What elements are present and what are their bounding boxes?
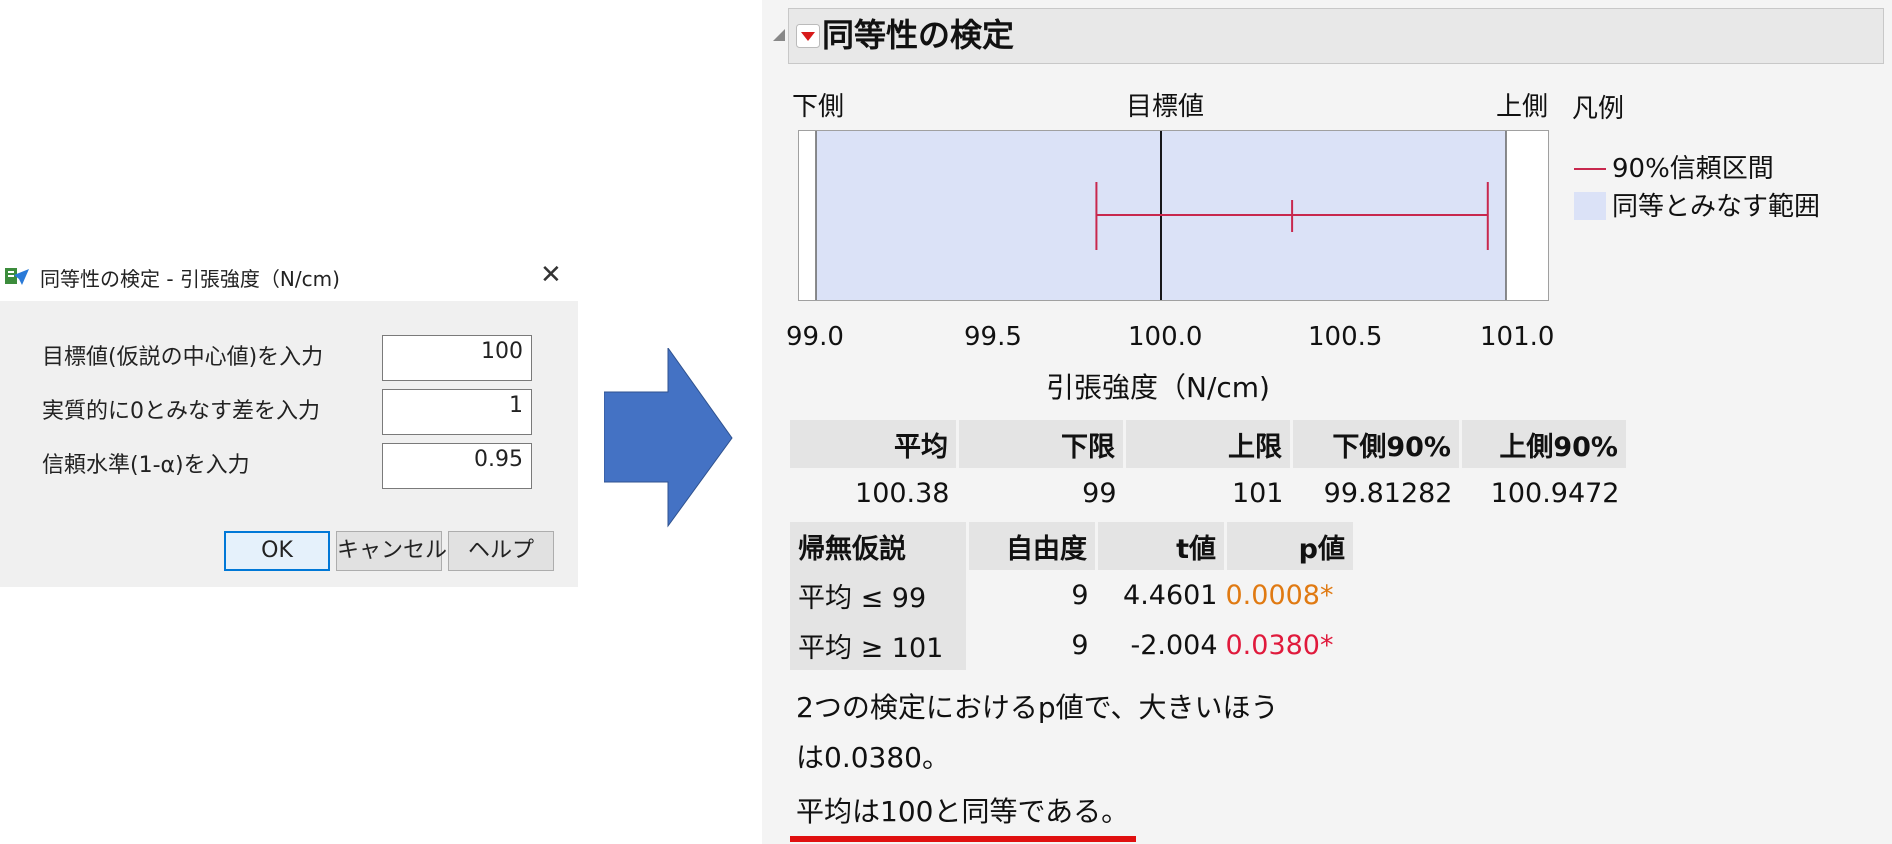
ok-button[interactable]: OK bbox=[224, 531, 330, 571]
p-value-cell: 0.0008* bbox=[1225, 579, 1334, 611]
dialog-titlebar: 同等性の検定 - 引張強度（N/cm) ✕ bbox=[0, 255, 578, 301]
x-tick-label: 100.0 bbox=[1128, 322, 1203, 352]
col-header-lower90: 下側90% bbox=[1291, 420, 1462, 468]
col-header-upper90: 上側90% bbox=[1460, 420, 1629, 468]
df-cell: 9 bbox=[1071, 579, 1089, 611]
null-hypothesis-cell: 平均 ≥ 101 bbox=[790, 620, 969, 670]
conclusion-underline bbox=[790, 836, 1136, 842]
legend-interval-swatch bbox=[1574, 168, 1606, 170]
jmp-app-icon bbox=[5, 268, 29, 285]
dialog-body: 目標値(仮説の中心値)を入力 実質的に0とみなす差を入力 信頼水準(1-α)を入… bbox=[0, 301, 578, 587]
x-tick-label: 101.0 bbox=[1480, 322, 1555, 352]
equivalence-report: 同等性の検定 下側 目標値 上側 凡例 90%信頼区間 同等とみなす範囲 99.… bbox=[762, 0, 1892, 844]
target-value-input[interactable] bbox=[382, 335, 532, 381]
x-tick-label: 100.5 bbox=[1308, 322, 1383, 352]
confidence-level-input[interactable] bbox=[382, 443, 532, 489]
t-cell: -2.004 bbox=[1130, 629, 1218, 661]
cell-upper90: 100.9472 bbox=[1490, 477, 1620, 509]
col-header-upper: 上限 bbox=[1124, 420, 1293, 468]
dialog-title: 同等性の検定 - 引張強度（N/cm) bbox=[40, 267, 340, 291]
cell-lower: 99 bbox=[1082, 477, 1117, 509]
table-row: 平均 ≤ 99 9 4.4601 0.0008* bbox=[790, 570, 1355, 620]
legend-title: 凡例 bbox=[1572, 94, 1625, 124]
col-header-lower: 下限 bbox=[957, 420, 1126, 468]
tost-header-row: 帰無仮説 自由度 t値 p値 bbox=[790, 522, 1356, 570]
df-cell: 9 bbox=[1071, 629, 1089, 661]
note-line-2: は0.0380。 bbox=[796, 741, 950, 774]
right-arrow-icon bbox=[604, 348, 733, 528]
cell-upper: 101 bbox=[1231, 477, 1284, 509]
col-header-df: 自由度 bbox=[967, 522, 1098, 570]
p-value-cell: 0.0380* bbox=[1225, 629, 1334, 661]
x-tick-label: 99.0 bbox=[786, 322, 844, 352]
upper-limit-label: 上側 bbox=[1496, 92, 1549, 122]
red-triangle-menu-icon[interactable] bbox=[796, 24, 820, 48]
legend-interval-label: 90%信頼区間 bbox=[1612, 154, 1774, 184]
tost-table: 帰無仮説 自由度 t値 p値 平均 ≤ 99 9 4.4601 0.0008* … bbox=[790, 522, 1356, 670]
col-header-mean: 平均 bbox=[790, 420, 959, 468]
col-header-null-hypothesis: 帰無仮説 bbox=[790, 522, 969, 570]
practical-difference-input[interactable] bbox=[382, 389, 532, 435]
close-icon[interactable]: ✕ bbox=[540, 261, 562, 289]
confidence-level-label: 信頼水準(1-α)を入力 bbox=[42, 453, 250, 478]
x-tick-label: 99.5 bbox=[964, 322, 1022, 352]
equivalence-dialog: 同等性の検定 - 引張強度（N/cm) ✕ 目標値(仮説の中心値)を入力 実質的… bbox=[0, 255, 578, 587]
legend-band-label: 同等とみなす範囲 bbox=[1612, 192, 1821, 222]
help-button[interactable]: ヘルプ bbox=[448, 531, 554, 571]
summary-header-row: 平均 下限 上限 下側90% 上側90% bbox=[790, 420, 1629, 468]
null-hypothesis-cell: 平均 ≤ 99 bbox=[790, 570, 969, 620]
col-header-p: p値 bbox=[1225, 522, 1356, 570]
equivalence-plot bbox=[798, 130, 1549, 301]
conclusion-text: 平均は100と同等である。 bbox=[796, 795, 1130, 828]
report-title: 同等性の検定 bbox=[822, 16, 1015, 54]
summary-table: 平均 下限 上限 下側90% 上側90% 100.38 99 101 99.81… bbox=[790, 420, 1629, 518]
cell-mean: 100.38 bbox=[855, 477, 950, 509]
disclosure-triangle-icon[interactable] bbox=[772, 28, 786, 42]
x-axis-title: 引張強度（N/cm) bbox=[1046, 371, 1270, 404]
practical-difference-label: 実質的に0とみなす差を入力 bbox=[42, 399, 320, 424]
legend-band-swatch bbox=[1574, 192, 1606, 220]
cell-lower90: 99.81282 bbox=[1323, 477, 1453, 509]
cancel-button[interactable]: キャンセル bbox=[336, 531, 447, 571]
target-value-label-chart: 目標値 bbox=[1126, 92, 1205, 122]
note-line-1: 2つの検定におけるp値で、大きいほう bbox=[796, 691, 1279, 724]
table-row: 平均 ≥ 101 9 -2.004 0.0380* bbox=[790, 620, 1355, 670]
target-value-label: 目標値(仮説の中心値)を入力 bbox=[42, 345, 324, 370]
col-header-t: t値 bbox=[1096, 522, 1227, 570]
summary-data-row: 100.38 99 101 99.81282 100.9472 bbox=[790, 468, 1628, 518]
t-cell: 4.4601 bbox=[1123, 579, 1218, 611]
lower-limit-label: 下側 bbox=[792, 92, 845, 122]
